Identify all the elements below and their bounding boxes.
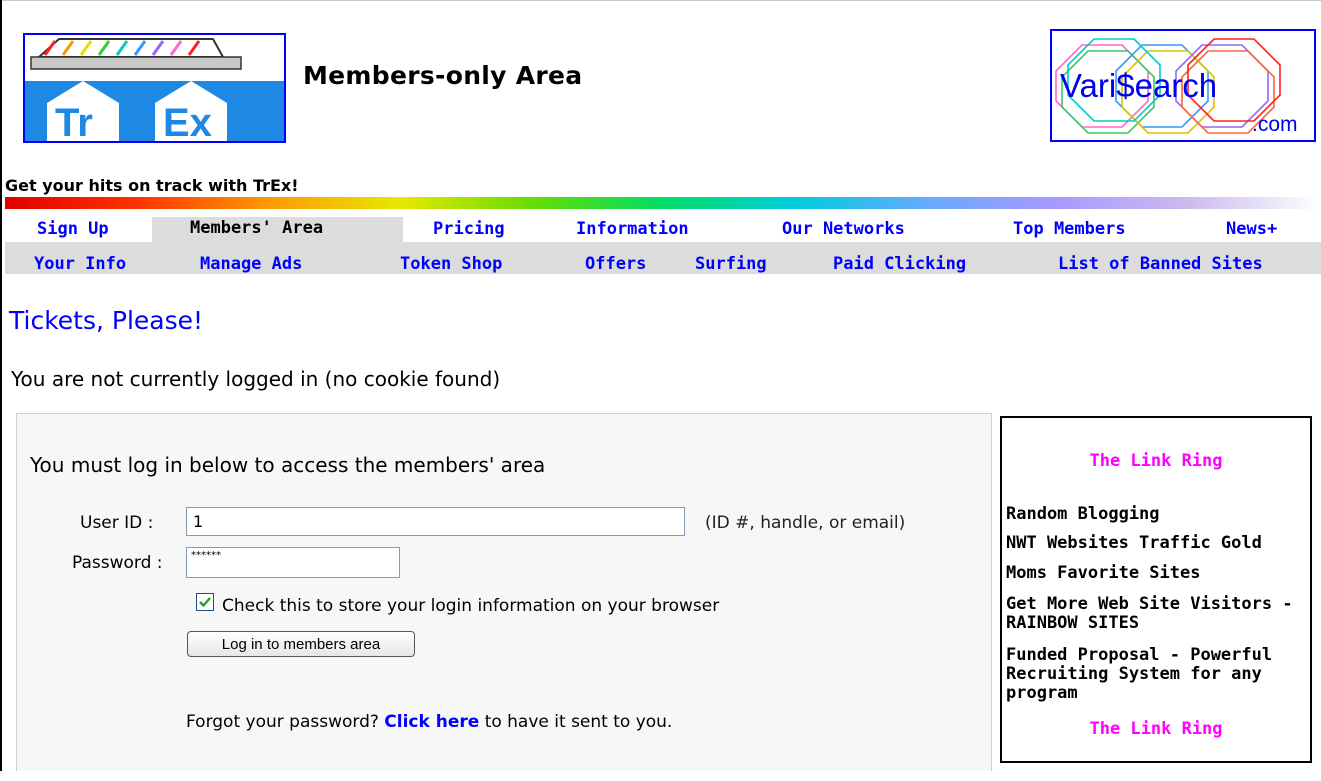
nav-our-networks[interactable]: Our Networks [782, 219, 905, 239]
link-ring-footer[interactable]: The Link Ring [1000, 719, 1312, 739]
checkmark-icon [199, 597, 211, 608]
remember-login-label[interactable]: Check this to store your login informati… [222, 596, 719, 616]
nav-pricing[interactable]: Pricing [433, 219, 505, 239]
varisearch-logo[interactable]: Vari$earch .com [1050, 29, 1316, 142]
forgot-password-suffix: to have it sent to you. [484, 712, 673, 732]
nav-members-area[interactable]: Members' Area [190, 218, 323, 238]
nav-sign-up[interactable]: Sign Up [37, 219, 109, 239]
link-ring-item[interactable]: NWT Websites Traffic Gold [1006, 534, 1262, 553]
nav-list-of-banned-sites[interactable]: List of Banned Sites [1058, 254, 1263, 274]
page-title: Tickets, Please! [9, 306, 204, 335]
page-top-edge [0, 0, 1321, 1]
nav-top-members[interactable]: Top Members [1013, 219, 1126, 239]
varisearch-logo-tld: .com [1252, 113, 1298, 136]
login-status-message: You are not currently logged in (no cook… [11, 367, 501, 391]
password-label: Password : [72, 553, 163, 573]
rainbow-divider [5, 197, 1321, 209]
link-ring-item[interactable]: Get More Web Site Visitors - RAINBOW SIT… [1006, 595, 1306, 633]
nav-surfing[interactable]: Surfing [695, 254, 767, 274]
userid-input[interactable] [186, 507, 685, 536]
nav-manage-ads[interactable]: Manage Ads [200, 254, 302, 274]
page-header-title: Members-only Area [303, 61, 583, 90]
link-ring-item[interactable]: Funded Proposal - Powerful Recruiting Sy… [1006, 646, 1296, 703]
nav-token-shop[interactable]: Token Shop [400, 254, 502, 274]
forgot-password-prefix: Forgot your password? [186, 712, 379, 732]
userid-label: User ID : [80, 513, 154, 533]
remember-login-checkbox[interactable] [196, 593, 214, 611]
trex-logo-tr: Tr [55, 101, 93, 141]
link-ring-item[interactable]: Random Blogging [1006, 505, 1160, 524]
trex-logo[interactable]: Tr Ex [23, 33, 286, 145]
nav-information[interactable]: Information [576, 219, 689, 239]
password-input[interactable]: ****** [186, 547, 400, 578]
varisearch-logo-name: Vari$earch [1060, 67, 1217, 104]
nav-paid-clicking[interactable]: Paid Clicking [833, 254, 966, 274]
nav-news[interactable]: News+ [1226, 219, 1277, 239]
login-button[interactable]: Log in to members area [187, 631, 415, 657]
nav-your-info[interactable]: Your Info [34, 254, 126, 274]
nav-offers[interactable]: Offers [585, 254, 646, 274]
link-ring-title[interactable]: The Link Ring [1000, 451, 1312, 471]
link-ring-item[interactable]: Moms Favorite Sites [1006, 564, 1200, 583]
userid-hint: (ID #, handle, or email) [705, 513, 906, 533]
truncated-help-text [186, 761, 191, 781]
tagline: Get your hits on track with TrEx! [5, 176, 299, 195]
trex-logo-ex: Ex [163, 101, 212, 141]
page-left-border [0, 0, 2, 771]
login-heading: You must log in below to access the memb… [30, 453, 546, 477]
forgot-password-link[interactable]: Click here [384, 712, 479, 732]
forgot-password-text: Forgot your password? Click here to have… [186, 712, 672, 732]
